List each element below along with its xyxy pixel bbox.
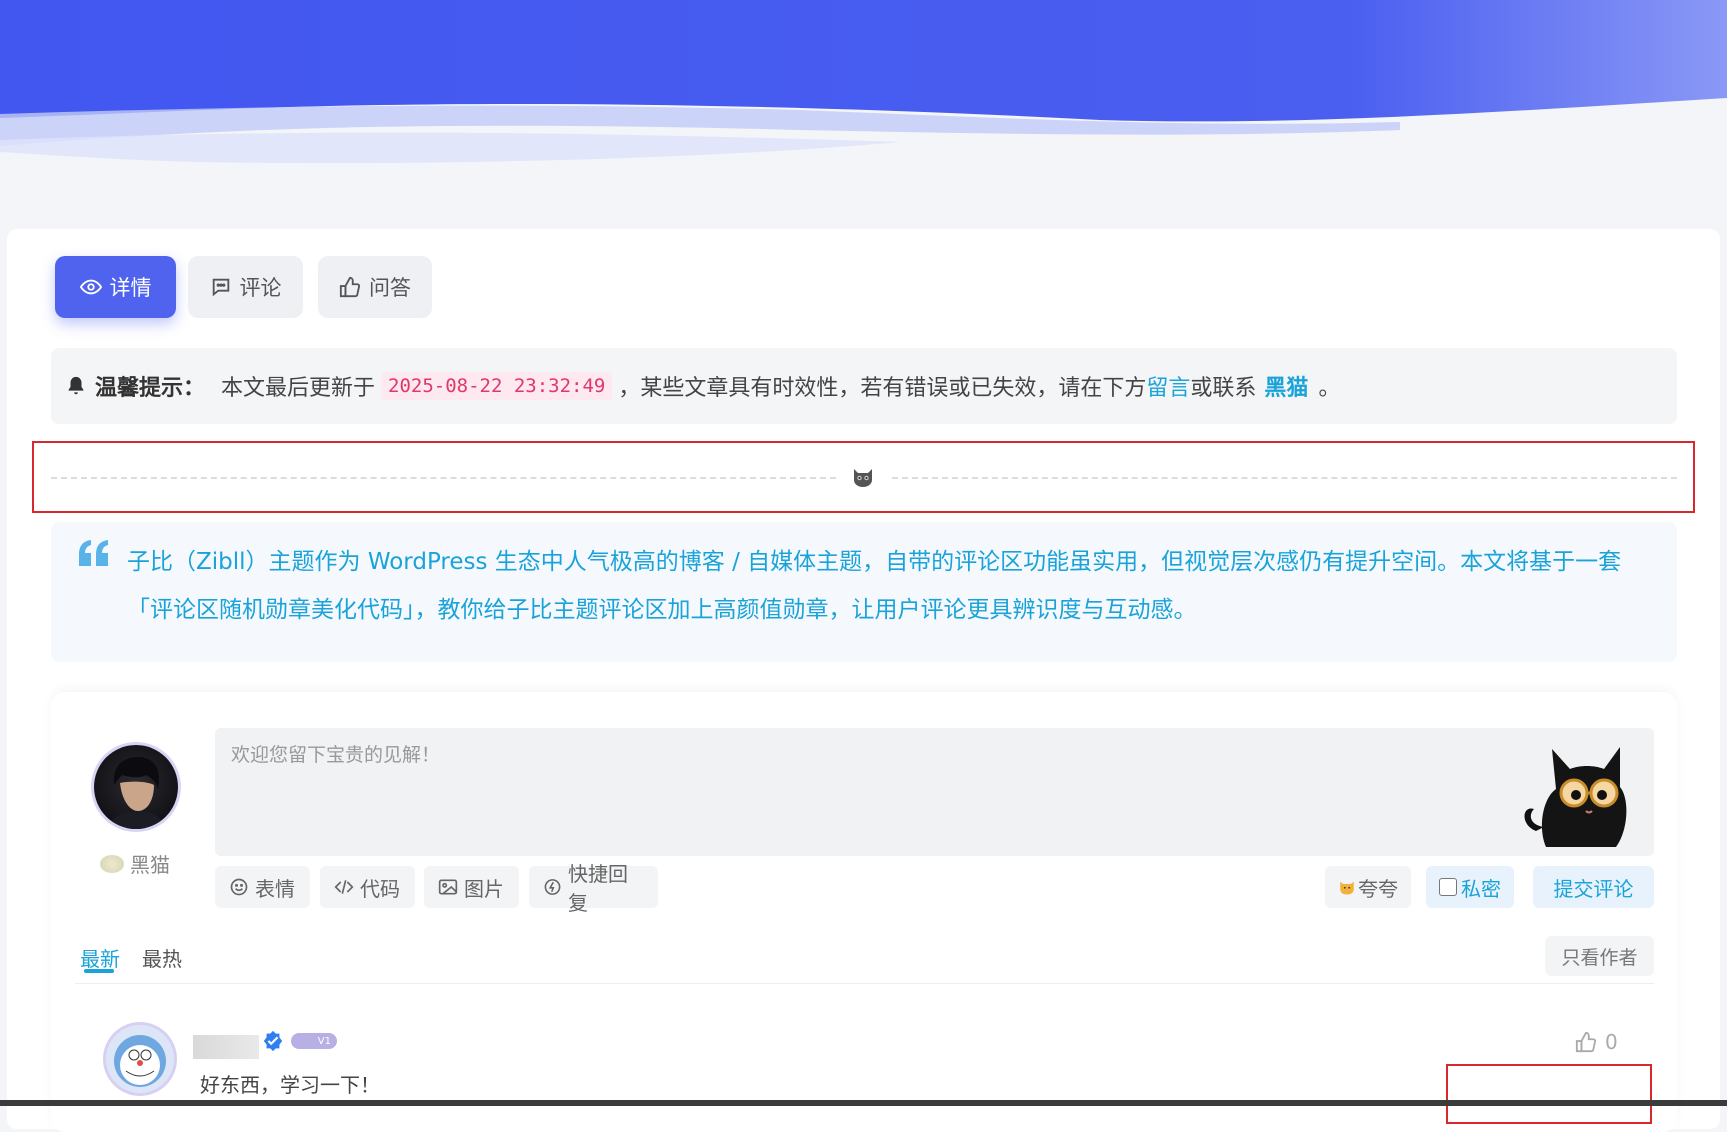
comment-link[interactable]: 留言 — [1146, 370, 1190, 402]
sort-hot[interactable]: 最热 — [142, 943, 182, 972]
like-button[interactable]: 0 — [1575, 1030, 1618, 1054]
only-author-button[interactable]: 只看作者 — [1545, 936, 1654, 976]
smile-icon — [230, 878, 248, 896]
code-button[interactable]: 代码 — [320, 866, 415, 908]
thumbs-up-icon — [1575, 1031, 1597, 1053]
highlight-box-comment — [1446, 1064, 1652, 1124]
notice-text-or: 或联系 — [1190, 376, 1257, 401]
tab-comment-label: 评论 — [239, 276, 282, 300]
private-label: 私密 — [1461, 876, 1501, 901]
update-date: 2025-08-22 23:32:49 — [381, 372, 613, 400]
current-user-name: 黑猫 — [100, 849, 170, 878]
only-author-label: 只看作者 — [1561, 946, 1638, 969]
current-user-avatar[interactable] — [94, 745, 178, 829]
thumbs-up-icon — [339, 276, 361, 298]
submit-comment-label: 提交评论 — [1553, 876, 1634, 901]
like-count: 0 — [1605, 1030, 1618, 1054]
image-button[interactable]: 图片 — [424, 866, 519, 908]
code-label: 代码 — [360, 876, 400, 901]
image-label: 图片 — [464, 876, 504, 901]
quick-reply-icon — [544, 879, 561, 895]
author-link[interactable]: 黑猫 — [1264, 370, 1308, 402]
quick-reply-button[interactable]: 快捷回复 — [529, 862, 658, 915]
tab-qa[interactable]: 问答 — [318, 256, 432, 318]
comment-textarea[interactable]: 欢迎您留下宝贵的见解！ — [215, 728, 1654, 856]
code-icon — [334, 880, 354, 894]
emoji-label: 表情 — [255, 876, 295, 901]
user-level-badge: V1 — [291, 1033, 337, 1049]
eye-icon — [79, 279, 102, 295]
user-medal-icon — [100, 854, 124, 873]
tab-detail-label: 详情 — [109, 276, 152, 300]
quick-reply-label: 快捷回复 — [568, 862, 628, 915]
notice-text-before: 本文最后更新于 — [221, 376, 376, 401]
notice-text-end: 。 — [1318, 376, 1341, 401]
private-checkbox[interactable] — [1439, 878, 1457, 896]
sort-latest[interactable]: 最新 — [80, 943, 120, 972]
verified-badge-icon — [263, 1030, 283, 1052]
commenter-name-redacted — [193, 1035, 259, 1059]
comment-icon — [212, 278, 229, 297]
tab-detail[interactable]: 详情 — [55, 256, 176, 318]
hero-banner — [0, 0, 1727, 200]
update-notice: 温馨提示： 本文最后更新于 2025-08-22 23:32:49 ，某些文章具… — [51, 348, 1677, 424]
black-cat-mascot-icon — [1524, 747, 1627, 847]
comment-list-separator — [75, 983, 1654, 984]
user-level-text: V1 — [317, 1035, 331, 1047]
emoji-button[interactable]: 表情 — [215, 866, 310, 908]
quote-icon — [79, 540, 108, 566]
comment-placeholder: 欢迎您留下宝贵的见解！ — [231, 744, 441, 766]
bell-icon — [68, 376, 84, 395]
kuakua-button[interactable]: 夸夸 — [1325, 866, 1411, 908]
sort-active-indicator — [84, 969, 114, 973]
quote-block: 子比（Zibll）主题作为 WordPress 生态中人气极高的博客 / 自媒体… — [51, 522, 1677, 662]
highlight-box-divider — [32, 441, 1695, 513]
kuakua-label: 夸夸 — [1358, 876, 1398, 901]
commenter-avatar[interactable] — [106, 1025, 174, 1093]
image-icon — [438, 879, 458, 895]
tab-comment[interactable]: 评论 — [188, 256, 303, 318]
current-user-name-text: 黑猫 — [130, 853, 170, 877]
notice-label: 温馨提示： — [95, 376, 206, 401]
cat-emoji-icon — [1340, 881, 1354, 895]
comment-text: 好东西，学习一下！ — [200, 1073, 380, 1097]
submit-comment-button[interactable]: 提交评论 — [1533, 866, 1654, 908]
notice-text-middle: ，某些文章具有时效性，若有错误或已失效，请在下方 — [618, 376, 1147, 401]
quote-text: 子比（Zibll）主题作为 WordPress 生态中人气极高的博客 / 自媒体… — [127, 549, 1622, 623]
private-toggle[interactable]: 私密 — [1426, 866, 1514, 908]
window-bottom-edge — [0, 1100, 1727, 1106]
tab-qa-label: 问答 — [369, 276, 411, 300]
